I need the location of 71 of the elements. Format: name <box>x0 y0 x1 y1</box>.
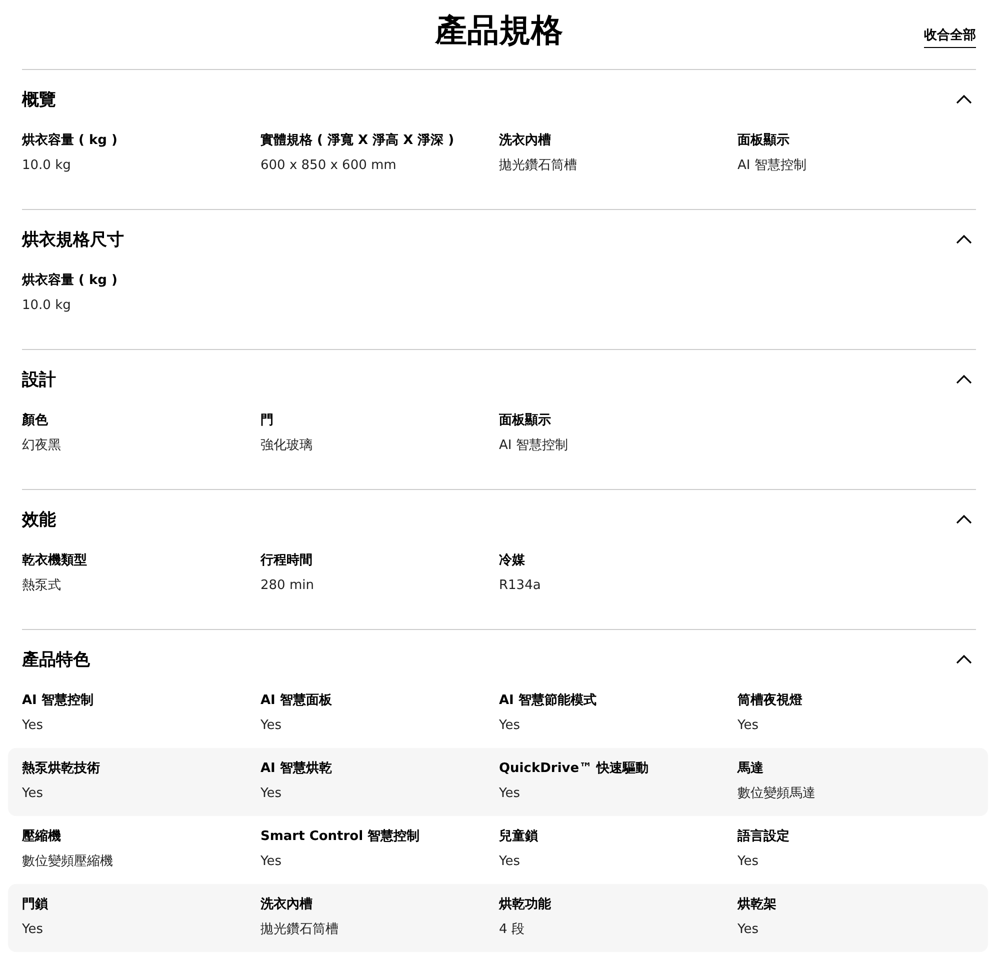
spec-value: 10.0 kg <box>22 157 71 175</box>
spec-label: 兒童鎖 <box>499 828 538 846</box>
spec-label: QuickDrive™ 快速驅動 <box>499 760 649 778</box>
spec-value: Yes <box>499 785 520 803</box>
spec-label: 馬達 <box>738 760 764 778</box>
spec-label: 實體規格 ( 淨寬 X 淨高 X 淨深 ) <box>260 132 454 150</box>
chevron-up-icon <box>956 374 972 384</box>
spec-label: 顏色 <box>22 412 48 430</box>
spec-value: Yes <box>22 717 43 735</box>
spec-value: 數位變頻馬達 <box>738 785 816 803</box>
page-title: 產品規格 <box>435 10 563 50</box>
spec-label: 乾衣機類型 <box>22 552 87 570</box>
spec-label: 行程時間 <box>260 552 312 570</box>
spec-label: 筒槽夜視燈 <box>738 692 802 710</box>
section-toggle-button[interactable] <box>956 94 972 104</box>
spec-value: Yes <box>738 921 758 939</box>
spec-label: Smart Control 智慧控制 <box>260 828 420 846</box>
spec-label: AI 智慧節能模式 <box>499 692 596 710</box>
spec-value: Yes <box>260 785 282 803</box>
spec-value: 強化玻璃 <box>260 437 312 455</box>
spec-value: Yes <box>260 717 282 735</box>
spec-value: Yes <box>22 921 43 939</box>
spec-label: 熱泵烘乾技術 <box>22 760 100 778</box>
spec-label: 洗衣內槽 <box>499 132 551 150</box>
spec-value: 10.0 kg <box>22 297 71 315</box>
spec-value: Yes <box>738 853 758 871</box>
spec-value: AI 智慧控制 <box>499 437 568 455</box>
section-title: 概覽 <box>22 88 56 110</box>
spec-label: 壓縮機 <box>22 828 61 846</box>
spec-value: Yes <box>738 717 758 735</box>
spec-label: 洗衣內槽 <box>260 896 312 914</box>
chevron-up-icon <box>956 654 972 664</box>
spec-value: 幻夜黑 <box>22 437 61 455</box>
spec-label: 烘衣容量 ( kg ) <box>22 132 118 150</box>
spec-value: AI 智慧控制 <box>738 157 806 175</box>
spec-value: 4 段 <box>499 921 524 939</box>
section-toggle-button[interactable] <box>956 374 972 384</box>
spec-value: Yes <box>260 853 282 871</box>
spec-label: 門鎖 <box>22 896 48 914</box>
chevron-up-icon <box>956 94 972 104</box>
spec-label: 冷媒 <box>499 552 525 570</box>
section-title: 產品特色 <box>22 648 90 670</box>
spec-value: R134a <box>499 577 541 595</box>
spec-value: 280 min <box>260 577 314 595</box>
spec-label: AI 智慧烘乾 <box>260 760 332 778</box>
section-toggle-button[interactable] <box>956 654 972 664</box>
spec-value: 600 x 850 x 600 mm <box>260 157 396 175</box>
spec-value: 數位變頻壓縮機 <box>22 853 113 871</box>
spec-label: 門 <box>260 412 274 430</box>
chevron-up-icon <box>956 234 972 244</box>
spec-label: 烘衣容量 ( kg ) <box>22 272 118 290</box>
section-toggle-button[interactable] <box>956 234 972 244</box>
spec-label: 面板顯示 <box>738 132 790 150</box>
section-title: 效能 <box>22 508 56 530</box>
spec-value: Yes <box>499 853 520 871</box>
spec-label: AI 智慧控制 <box>22 692 94 710</box>
chevron-up-icon <box>956 514 972 524</box>
spec-label: AI 智慧面板 <box>260 692 332 710</box>
section-toggle-button[interactable] <box>956 514 972 524</box>
spec-value: Yes <box>499 717 520 735</box>
spec-value: 拋光鑽石筒槽 <box>260 921 338 939</box>
spec-label: 烘乾功能 <box>499 896 551 914</box>
section-title: 設計 <box>22 368 56 390</box>
spec-label: 烘乾架 <box>738 896 776 914</box>
spec-value: 熱泵式 <box>22 577 61 595</box>
spec-label: 面板顯示 <box>499 412 551 430</box>
spec-label: 語言設定 <box>738 828 790 846</box>
section-title: 烘衣規格尺寸 <box>22 228 124 250</box>
collapse-all-link[interactable]: 收合全部 <box>924 28 976 48</box>
spec-value: 拋光鑽石筒槽 <box>499 157 577 175</box>
spec-value: Yes <box>22 785 43 803</box>
